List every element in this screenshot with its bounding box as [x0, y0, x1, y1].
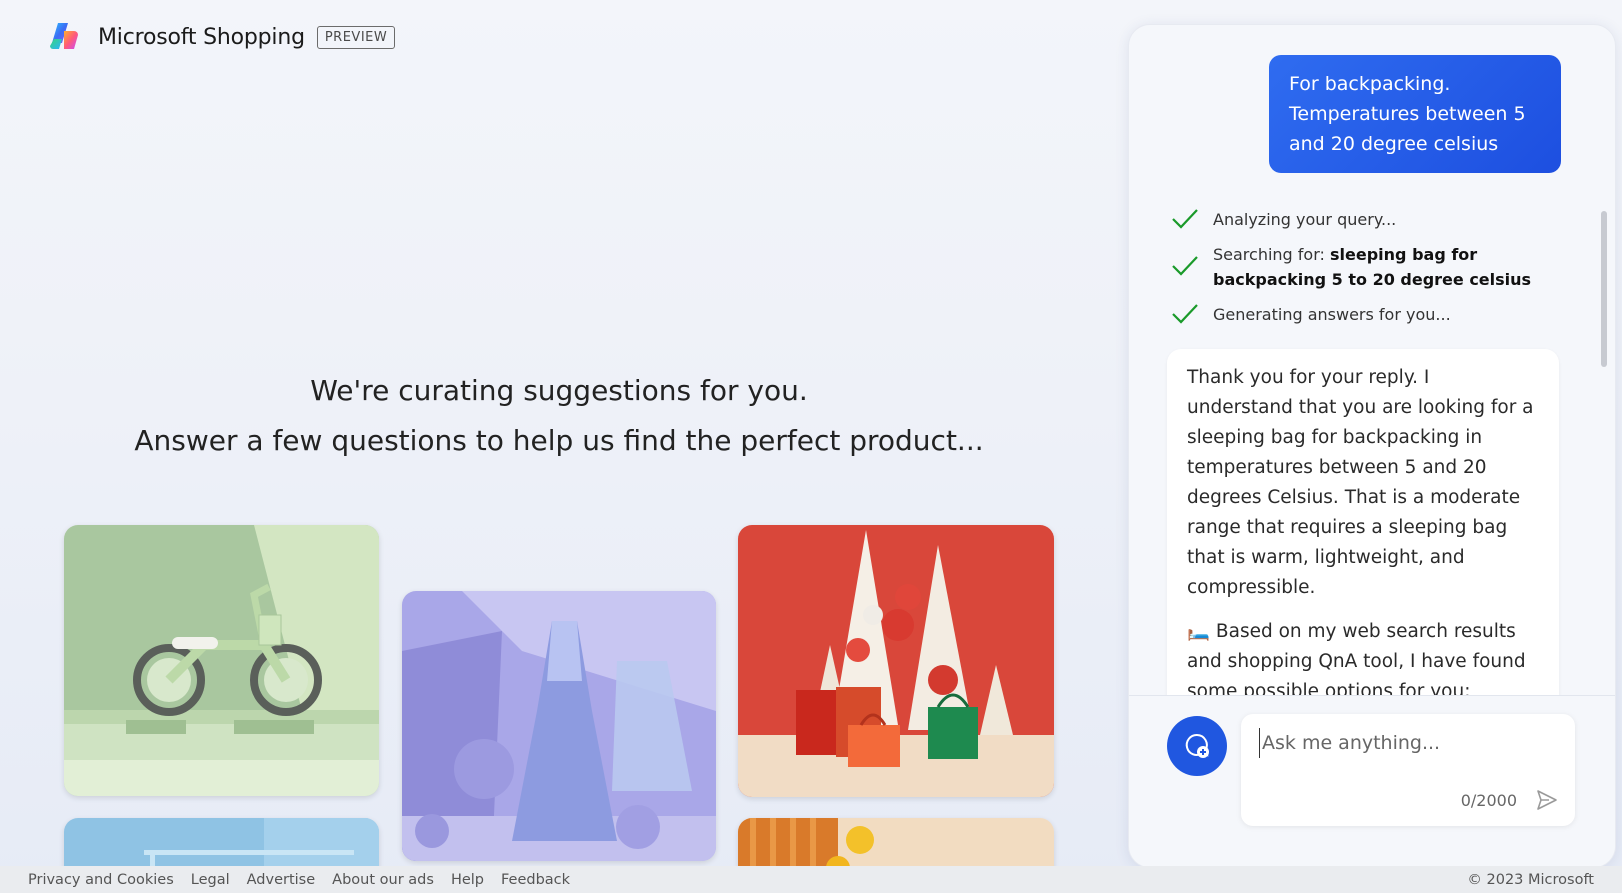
chat-input[interactable]: [1259, 728, 1549, 758]
searching-prefix: Searching for:: [1213, 245, 1330, 264]
bot-message-bubble: Thank you for your reply. I understand t…: [1167, 349, 1559, 709]
chat-composer: 0/2000: [1129, 695, 1615, 867]
send-icon[interactable]: [1535, 788, 1559, 812]
status-list: Analyzing your query... Searching for: s…: [1171, 207, 1581, 337]
chat-input-box[interactable]: 0/2000: [1241, 714, 1575, 826]
copilot-logo-icon[interactable]: [48, 19, 84, 55]
new-chat-icon: [1185, 733, 1209, 758]
status-analyzing: Analyzing your query...: [1171, 207, 1581, 232]
copyright: © 2023 Microsoft: [1467, 871, 1594, 888]
status-generating-text: Generating answers for you...: [1213, 305, 1451, 324]
bot-paragraph-2: 🛏️ Based on my web search results and sh…: [1187, 621, 1526, 702]
check-icon: [1172, 256, 1198, 276]
curating-line-1: We're curating suggestions for you.: [310, 374, 808, 407]
preview-badge: PREVIEW: [316, 25, 396, 49]
status-generating: Generating answers for you...: [1171, 302, 1581, 327]
status-analyzing-text: Analyzing your query...: [1213, 210, 1397, 229]
status-searching-text: Searching for: sleeping bag for backpack…: [1213, 242, 1581, 292]
curating-line-2: Answer a few questions to help us find t…: [134, 424, 984, 457]
char-count: 0/2000: [1460, 791, 1517, 810]
check-icon: [1172, 304, 1198, 324]
curating-message: We're curating suggestions for you. Answ…: [0, 366, 1118, 466]
footer-link-about-ads[interactable]: About our ads: [332, 872, 434, 888]
footer-link-feedback[interactable]: Feedback: [501, 872, 570, 888]
product-image-dress[interactable]: [402, 591, 716, 861]
footer-link-advertise[interactable]: Advertise: [247, 872, 316, 888]
status-searching: Searching for: sleeping bag for backpack…: [1171, 242, 1581, 292]
chat-panel: For backpacking. Temperatures between 5 …: [1128, 24, 1616, 868]
bot-paragraph-1: Thank you for your reply. I understand t…: [1187, 367, 1534, 598]
brand-name[interactable]: Microsoft Shopping: [98, 25, 305, 50]
page-footer: Privacy and Cookies Legal Advertise Abou…: [0, 866, 1622, 893]
product-image-shopping-bags[interactable]: [738, 525, 1054, 797]
footer-link-help[interactable]: Help: [451, 872, 484, 888]
new-topic-button[interactable]: [1167, 716, 1227, 776]
check-icon: [1172, 209, 1198, 229]
chat-scrollbar[interactable]: [1601, 211, 1607, 367]
user-message-bubble: For backpacking. Temperatures between 5 …: [1269, 55, 1561, 173]
product-image-balance-bike[interactable]: [64, 525, 379, 796]
app-header: Microsoft Shopping PREVIEW: [48, 19, 396, 55]
footer-link-privacy[interactable]: Privacy and Cookies: [28, 872, 174, 888]
footer-link-legal[interactable]: Legal: [191, 872, 230, 888]
